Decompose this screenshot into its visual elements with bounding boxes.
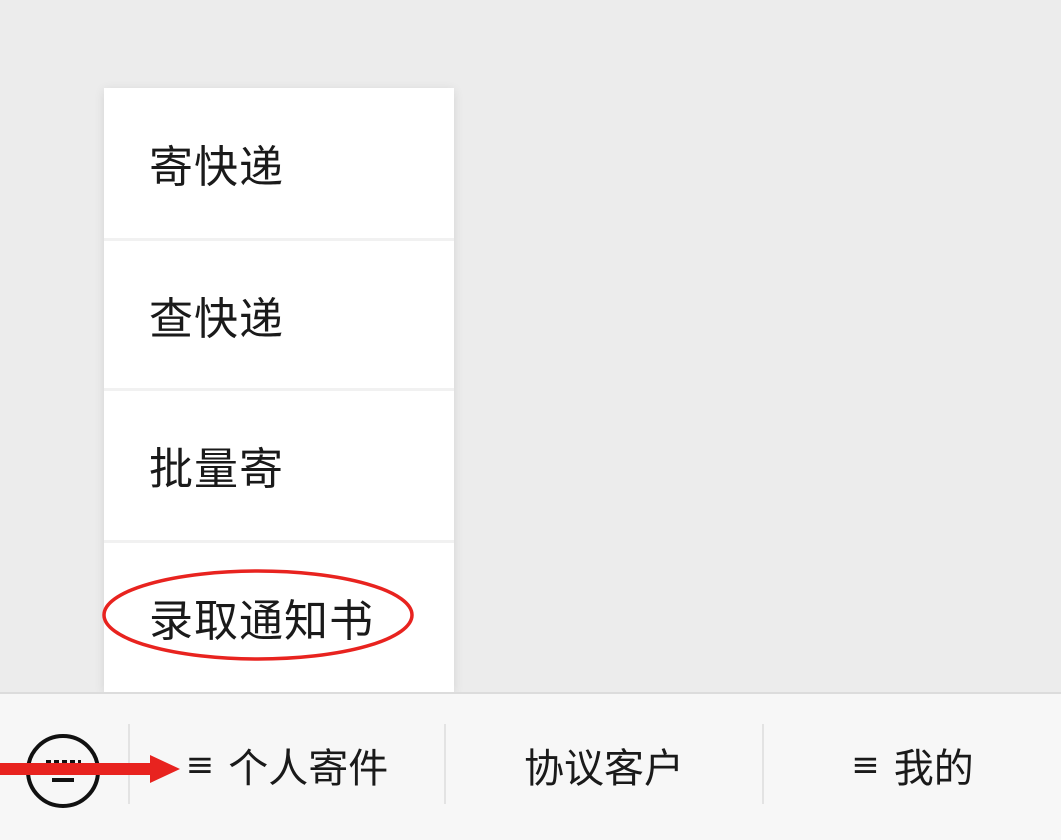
popup-item-label: 批量寄 — [149, 444, 284, 495]
popup-item-admission-letter[interactable]: 录取通知书 — [104, 542, 454, 692]
menu-item-label: 协议客户 — [524, 746, 684, 792]
menu-item-label: 我的 — [893, 746, 974, 792]
popup-item-label: 录取通知书 — [149, 596, 374, 647]
keyboard-toggle-button[interactable] — [26, 734, 100, 808]
popup-item-batch-send[interactable]: 批量寄 — [104, 390, 454, 540]
popup-item-track-express[interactable]: 查快递 — [104, 240, 454, 390]
popup-item-label: 查快递 — [149, 294, 284, 345]
menu-item-mine[interactable]: ≡ 我的 — [764, 724, 1061, 806]
menu-item-personal-send[interactable]: ≡ 个人寄件 — [130, 724, 444, 806]
menu-item-contract-customer[interactable]: 协议客户 — [446, 724, 762, 806]
menu-lines-icon: ≡ — [185, 745, 215, 785]
popup-item-label: 寄快递 — [149, 142, 284, 193]
bottom-menu-bar: ≡ 个人寄件 协议客户 ≡ 我的 — [0, 692, 1061, 840]
popup-item-send-express[interactable]: 寄快递 — [104, 88, 454, 238]
popup-menu: 寄快递 查快递 批量寄 录取通知书 — [104, 88, 454, 692]
menu-lines-icon: ≡ — [851, 745, 880, 785]
keyboard-icon — [46, 760, 81, 782]
menu-item-label: 个人寄件 — [228, 746, 389, 792]
